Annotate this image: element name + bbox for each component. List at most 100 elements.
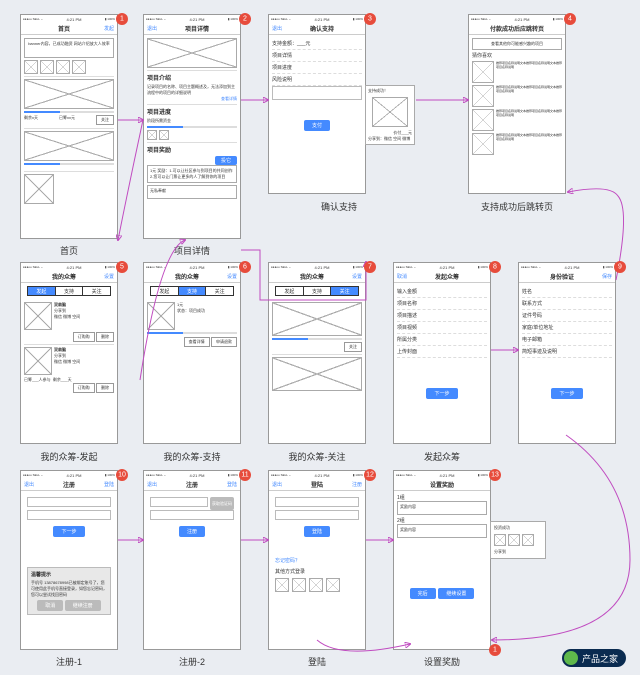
password-input[interactable]: [275, 510, 359, 520]
row-email[interactable]: 电子邮箱: [522, 334, 612, 346]
category-tile[interactable]: [56, 60, 70, 74]
next-button[interactable]: 下一步: [551, 388, 582, 399]
row-amount[interactable]: 支持金额：___元: [272, 38, 362, 50]
nav-action-launch[interactable]: 发起: [104, 25, 114, 32]
item-thumb[interactable]: [147, 302, 175, 330]
nav-settings[interactable]: 设置: [352, 273, 362, 280]
follow-item-image[interactable]: [272, 357, 362, 391]
seg-support[interactable]: 支持: [56, 287, 84, 295]
register-button[interactable]: 注册: [179, 526, 205, 537]
rec-thumb[interactable]: [472, 61, 494, 83]
row-bio[interactable]: 简短事迹及说明: [522, 346, 612, 358]
rec-thumb[interactable]: [472, 133, 494, 155]
code-input[interactable]: [27, 510, 111, 520]
segmented-control[interactable]: 发起支持关注: [27, 286, 111, 296]
nav-register[interactable]: 注册: [352, 481, 362, 488]
item-thumb[interactable]: [24, 347, 52, 375]
reward-tier[interactable]: 1元 奖励：1.可以让社区参与到项目的共同创作 2.您可以让门票让更多的人了解到…: [147, 165, 237, 183]
seg-support[interactable]: 支持: [304, 287, 332, 295]
social-login[interactable]: [292, 578, 306, 592]
next-button[interactable]: 下一步: [53, 526, 84, 537]
project-image[interactable]: [24, 131, 114, 161]
continue-button[interactable]: 继续设置: [438, 588, 474, 599]
social-login[interactable]: [326, 578, 340, 592]
forget-link[interactable]: 忘记密码？: [275, 557, 359, 564]
seg-follow[interactable]: 关注: [83, 287, 110, 295]
row-desc[interactable]: 项目描述: [397, 310, 487, 322]
message-input[interactable]: [272, 86, 362, 100]
nav-back[interactable]: 退出: [272, 25, 282, 32]
view-detail-button[interactable]: 查看详情: [184, 337, 210, 347]
nav-back[interactable]: 退出: [147, 25, 157, 32]
nav-cancel[interactable]: 取消: [397, 273, 407, 280]
seg-follow[interactable]: 关注: [206, 287, 233, 295]
nav-save[interactable]: 保存: [602, 273, 612, 280]
reward-content-input[interactable]: 奖励内容: [397, 501, 487, 515]
follow-button[interactable]: 关注: [96, 115, 114, 125]
code-input[interactable]: [150, 510, 234, 520]
nav-settings[interactable]: 设置: [104, 273, 114, 280]
edit-button[interactable]: 订购购: [73, 332, 95, 342]
row-risk[interactable]: 风险说明: [272, 74, 362, 86]
nav-login[interactable]: 登陆: [104, 481, 114, 488]
segmented-control[interactable]: 发起支持关注: [275, 286, 359, 296]
row-cover[interactable]: 上传封面: [397, 346, 487, 358]
share-icons[interactable]: 微信 微博 空间: [54, 314, 80, 319]
share-icon[interactable]: [508, 534, 520, 546]
row-video[interactable]: 项目视频: [397, 322, 487, 334]
login-button[interactable]: 登陆: [304, 526, 330, 537]
continue-button[interactable]: 继续注册: [65, 600, 101, 611]
category-tile[interactable]: [24, 60, 38, 74]
project-image[interactable]: [24, 79, 114, 109]
share-icons[interactable]: 微信 微博 空间: [54, 359, 80, 364]
nav-settings[interactable]: 设置: [227, 273, 237, 280]
seg-start[interactable]: 发起: [28, 287, 56, 295]
row-detail[interactable]: 项目详情: [272, 50, 362, 62]
rec-thumb[interactable]: [472, 85, 494, 107]
follow-button[interactable]: 关注: [344, 342, 362, 352]
social-login[interactable]: [309, 578, 323, 592]
phone-input[interactable]: [27, 497, 111, 507]
rec-thumb[interactable]: [472, 109, 494, 131]
row-contact[interactable]: 联系方式: [522, 298, 612, 310]
cancel-button[interactable]: 取消: [37, 600, 63, 611]
delete-button[interactable]: 删除: [96, 383, 114, 393]
edit-button[interactable]: 订购购: [73, 383, 95, 393]
share-row[interactable]: 分享到：微信 空间 微博: [368, 136, 412, 142]
row-address[interactable]: 家庭/单位地址: [522, 322, 612, 334]
row-name[interactable]: 姓名: [522, 286, 612, 298]
category-tile[interactable]: [72, 60, 86, 74]
seg-support[interactable]: 支持: [179, 287, 207, 295]
refund-button[interactable]: 申请退款: [211, 337, 237, 347]
delete-button[interactable]: 删除: [96, 332, 114, 342]
segmented-control[interactable]: 发起支持关注: [150, 286, 234, 296]
follow-item-image[interactable]: [272, 302, 362, 336]
project-thumb[interactable]: [24, 174, 54, 204]
social-login[interactable]: [275, 578, 289, 592]
nav-back[interactable]: 退出: [272, 481, 282, 488]
nav-back[interactable]: 退出: [147, 481, 157, 488]
reward-content-input[interactable]: 奖励内容: [397, 524, 487, 538]
share-icon[interactable]: [494, 534, 506, 546]
view-detail-link[interactable]: 查看详情: [147, 96, 237, 102]
row-id[interactable]: 证件号码: [522, 310, 612, 322]
row-name[interactable]: 项目名称: [397, 298, 487, 310]
finish-button[interactable]: 完后: [410, 588, 436, 599]
phone-input[interactable]: [150, 497, 208, 507]
pay-button[interactable]: 支付: [304, 120, 330, 131]
row-category[interactable]: 所属分类: [397, 334, 487, 346]
seg-follow[interactable]: 关注: [331, 287, 358, 295]
support-button[interactable]: 投它: [215, 156, 237, 165]
donate-option[interactable]: 无私奉献: [147, 185, 237, 199]
seg-start[interactable]: 发起: [151, 287, 179, 295]
phone-input[interactable]: [275, 497, 359, 507]
row-progress[interactable]: 项目进度: [272, 62, 362, 74]
share-icon[interactable]: [522, 534, 534, 546]
next-button[interactable]: 下一步: [426, 388, 457, 399]
item-thumb[interactable]: [24, 302, 52, 330]
get-code-button[interactable]: 获取验证码: [210, 497, 234, 510]
seg-start[interactable]: 发起: [276, 287, 304, 295]
category-tile[interactable]: [40, 60, 54, 74]
nav-login[interactable]: 登陆: [227, 481, 237, 488]
nav-back[interactable]: 退出: [24, 481, 34, 488]
